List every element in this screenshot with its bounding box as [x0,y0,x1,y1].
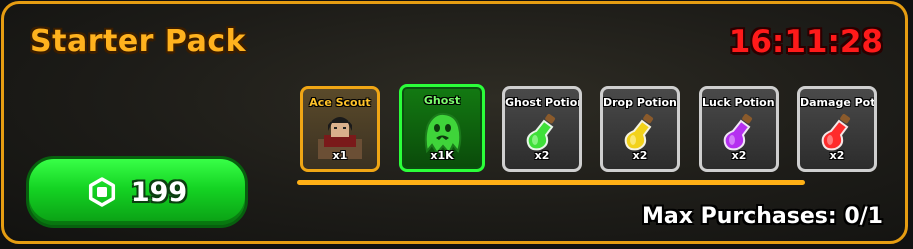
reward-item-damage-potion[interactable]: Damage Potion I x2 [797,86,877,172]
item-qty: x1K [430,149,454,162]
reward-item-ghost-potion[interactable]: Ghost Potion I x2 [502,86,582,172]
item-qty: x2 [829,149,845,162]
reward-item-drop-potion[interactable]: Drop Potion I x2 [600,86,680,172]
robux-icon [88,177,115,207]
item-name: Ghost Potion I [505,96,582,109]
item-name: Drop Potion I [603,96,680,109]
potion-icon [723,114,753,151]
starter-pack-panel: Starter Pack 16:11:28 199 Ace Scout x1 G… [1,1,908,244]
potion-icon [624,114,654,151]
item-name: Ace Scout [309,96,371,109]
item-name: Luck Potion I [702,96,779,109]
item-qty: x2 [632,149,648,162]
buy-price: 199 [130,176,188,208]
offer-timer: 16:11:28 [728,24,883,60]
max-purchases-label: Max Purchases: 0/1 [642,204,883,229]
reward-item-luck-potion[interactable]: Luck Potion I x2 [699,86,779,172]
potion-icon [526,114,556,151]
item-qty: x2 [731,149,747,162]
buy-button[interactable]: 199 [26,156,248,228]
item-name: Ghost [423,94,461,107]
item-qty: x2 [534,149,550,162]
reward-item-ghost[interactable]: Ghost x1K [399,84,485,172]
potion-icon [821,114,851,151]
item-name: Damage Potion I [800,96,876,109]
item-qty: x1 [332,149,348,162]
reward-item-ace-scout[interactable]: Ace Scout x1 [300,86,380,172]
items-progress-bar [297,180,805,185]
pack-title: Starter Pack [30,24,247,59]
